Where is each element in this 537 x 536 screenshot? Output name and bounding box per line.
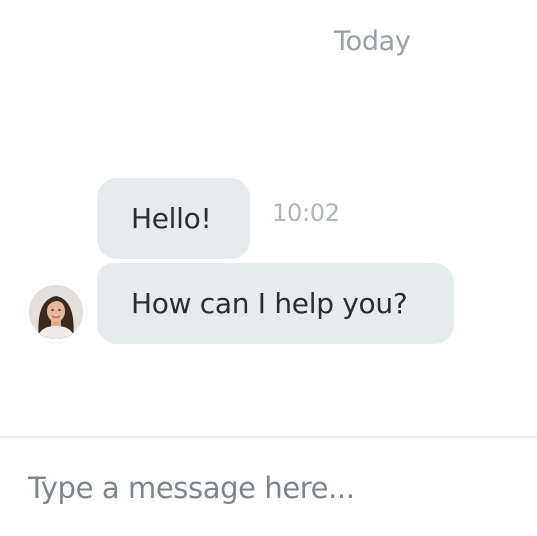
- chat-area: Today Hello! 10:02 How can I help you?: [0, 0, 537, 436]
- message-bubble: Hello!: [97, 178, 250, 259]
- date-separator: Today: [334, 26, 411, 57]
- message-composer: [0, 438, 537, 536]
- agent-avatar-icon: [29, 285, 83, 339]
- message-input[interactable]: [28, 466, 518, 510]
- message-bubble: How can I help you?: [97, 263, 454, 344]
- avatar: [29, 285, 83, 339]
- message-timestamp: 10:02: [272, 199, 340, 227]
